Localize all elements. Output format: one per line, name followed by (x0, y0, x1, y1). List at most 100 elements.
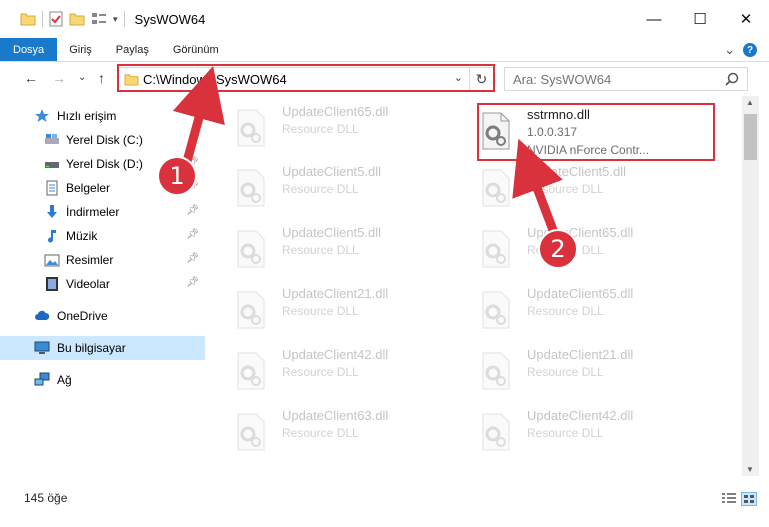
file-item[interactable]: UpdateClient65.dll Resource DLL (455, 282, 695, 338)
file-description: Resource DLL (527, 304, 604, 318)
file-item[interactable]: UpdateClient42.dll Resource DLL (455, 404, 695, 460)
file-name: UpdateClient5.dll (282, 164, 382, 179)
sidebar-item-network[interactable]: Ağ (0, 368, 205, 392)
close-button[interactable]: ✕ (723, 0, 769, 38)
sidebar-item-label: Bu bilgisayar (57, 341, 126, 355)
sidebar-item-videos[interactable]: Videolar 📌︎ (0, 272, 205, 296)
dll-file-icon (237, 291, 265, 329)
tab-dosya[interactable]: Dosya (0, 38, 58, 61)
properties-icon[interactable] (49, 11, 63, 27)
dll-file-icon (482, 413, 510, 451)
minimize-button[interactable]: — (631, 0, 677, 38)
dll-file-icon (482, 291, 510, 329)
file-description: Resource DLL (527, 182, 604, 196)
toolbar-divider (123, 11, 125, 27)
customize-toolbar-chevron-icon[interactable]: ▾ (113, 14, 118, 25)
refresh-button[interactable]: ↻ (470, 67, 494, 91)
dll-file-icon (237, 352, 265, 390)
file-item[interactable]: UpdateClient42.dll Resource DLL (210, 343, 450, 399)
file-item[interactable]: UpdateClient65.dll Resource DLL (210, 100, 450, 156)
documents-icon (46, 180, 58, 196)
music-icon (48, 230, 56, 243)
file-item[interactable]: UpdateClient5.dll Resource DLL (210, 160, 450, 216)
address-path: C:\Windows\SysWOW64 (143, 71, 287, 87)
expand-ribbon-chevron-icon[interactable]: ⌄ (724, 42, 735, 58)
file-name: UpdateClient63.dll (282, 408, 389, 423)
dll-file-icon (237, 169, 265, 207)
dll-file-icon (482, 112, 510, 150)
item-count: 145 öğe (24, 491, 68, 505)
details-view-icon[interactable] (721, 492, 737, 506)
dll-file-icon (237, 109, 265, 147)
tiles-view-icon[interactable] (741, 492, 757, 506)
file-description: Resource DLL (282, 426, 359, 440)
file-name: UpdateClient65.dll (527, 286, 634, 301)
address-bar[interactable]: C:\Windows\SysWOW64 ⌄ (118, 67, 470, 91)
callout-badge-1: 1 (157, 156, 197, 196)
callout-badge-2: 2 (538, 229, 578, 269)
pin-icon: 📌︎ (186, 253, 199, 264)
file-name: UpdateClient21.dll (527, 347, 634, 362)
back-arrow-icon[interactable]: ← (24, 70, 38, 86)
drive-icon (45, 162, 59, 168)
pin-icon: 📌︎ (186, 277, 199, 288)
folder-icon (124, 74, 139, 86)
sidebar-item-label: Belgeler (66, 181, 111, 195)
file-description: Resource DLL (527, 426, 604, 440)
file-item[interactable]: UpdateClient21.dll Resource DLL (455, 343, 695, 399)
sidebar-item-label: Müzik (66, 229, 98, 243)
new-folder-icon[interactable] (69, 12, 85, 26)
sidebar-item-local-disk-c[interactable]: Yerel Disk (C:) 📌︎ (0, 128, 205, 152)
dll-file-icon (237, 230, 265, 268)
tab-giris[interactable]: Giriş (57, 38, 104, 61)
download-icon (47, 205, 57, 218)
sidebar-item-quick-access[interactable]: Hızlı erişim (0, 104, 205, 128)
view-options-icon[interactable] (91, 12, 107, 26)
file-item-sstrmno[interactable]: sstrmno.dll 1.0.0.317 NVIDIA nForce Cont… (455, 103, 695, 161)
vertical-scrollbar[interactable]: ▲ ▼ (742, 96, 759, 476)
dll-file-icon (482, 352, 510, 390)
network-icon (34, 372, 50, 386)
forward-arrow-icon[interactable]: → (52, 70, 66, 86)
file-name: UpdateClient65.dll (282, 104, 389, 119)
recent-locations-chevron-icon[interactable]: ⌄ (78, 72, 86, 83)
file-item[interactable]: UpdateClient5.dll Resource DLL (210, 221, 450, 277)
sidebar-item-downloads[interactable]: İndirmeler 📌︎ (0, 200, 205, 224)
sidebar-item-pictures[interactable]: Resimler 📌︎ (0, 248, 205, 272)
maximize-button[interactable]: ☐ (677, 0, 723, 38)
window-title: SysWOW64 (134, 11, 206, 27)
sidebar-item-label: İndirmeler (66, 205, 120, 219)
scrollbar-thumb[interactable] (744, 114, 757, 160)
file-description: Resource DLL (282, 243, 359, 257)
scroll-down-arrow-icon[interactable]: ▼ (746, 465, 754, 474)
sidebar-item-label: OneDrive (57, 309, 108, 323)
dll-file-icon (482, 169, 510, 207)
sidebar-item-label: Hızlı erişim (57, 109, 117, 123)
search-icon[interactable] (725, 72, 739, 86)
cloud-icon (35, 310, 50, 320)
pin-icon: 📌︎ (186, 205, 199, 216)
search-input[interactable] (513, 71, 713, 87)
file-list: UpdateClient65.dll Resource DLL UpdateCl… (210, 100, 742, 472)
computer-icon (34, 341, 50, 354)
help-icon[interactable]: ? (743, 43, 757, 57)
folder-icon[interactable] (20, 12, 36, 26)
file-item[interactable]: UpdateClient21.dll Resource DLL (210, 282, 450, 338)
sidebar-item-this-pc[interactable]: Bu bilgisayar (0, 336, 205, 360)
tab-paylas[interactable]: Paylaş (104, 38, 161, 61)
file-item[interactable]: UpdateClient5.dll Resource DLL (455, 160, 695, 216)
sidebar-item-onedrive[interactable]: OneDrive (0, 304, 205, 328)
file-item[interactable]: UpdateClient63.dll Resource DLL (210, 404, 450, 460)
status-bar: 145 öğe (0, 483, 769, 513)
tab-gorunum[interactable]: Görünüm (161, 38, 231, 61)
toolbar-divider (42, 11, 43, 27)
file-name: UpdateClient21.dll (282, 286, 389, 301)
scroll-up-arrow-icon[interactable]: ▲ (746, 98, 754, 107)
address-row: ← → ⌄ ↑ C:\Windows\SysWOW64 ⌄ ↻ (0, 62, 769, 94)
address-dropdown-chevron-icon[interactable]: ⌄ (454, 71, 463, 84)
pin-icon: 📌︎ (186, 133, 199, 144)
up-arrow-icon[interactable]: ↑ (98, 70, 105, 86)
search-box[interactable] (504, 67, 748, 91)
sidebar-item-music[interactable]: Müzik 📌︎ (0, 224, 205, 248)
video-icon (46, 277, 58, 291)
